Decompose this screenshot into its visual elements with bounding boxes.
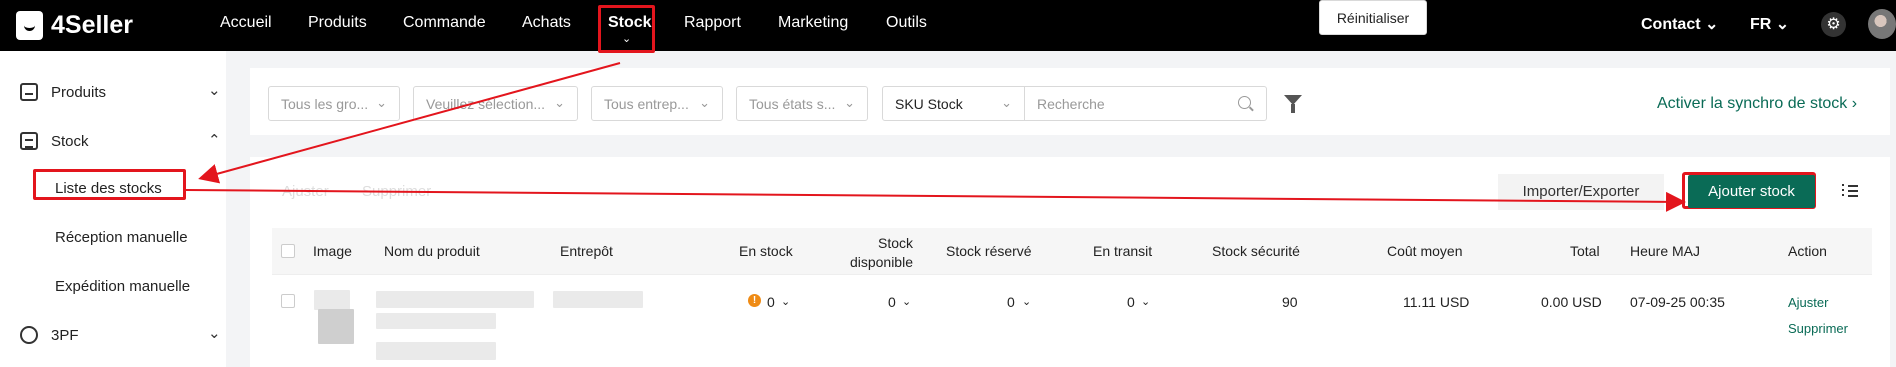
gear-icon[interactable]: ⚙ <box>1821 12 1846 37</box>
nav-outils[interactable]: Outils <box>886 14 927 32</box>
stock-icon <box>20 132 38 150</box>
sidebar-group-label: Produits <box>51 83 107 101</box>
column-reserved-stock: Stock réservé <box>946 243 1032 259</box>
left-sidebar: Produits ⌄ Stock ⌃ Liste des stocks Réce… <box>0 51 226 367</box>
column-product-name: Nom du produit <box>384 243 480 259</box>
add-stock-button[interactable]: Ajouter stock <box>1688 175 1815 208</box>
chevron-down-icon[interactable]: ⌄ <box>1141 295 1150 308</box>
nav-rapport[interactable]: Rapport <box>684 14 741 32</box>
sidebar-group-3pf[interactable]: 3PF <box>20 326 79 344</box>
language-label: FR <box>1750 16 1772 33</box>
nav-commande[interactable]: Commande <box>403 14 486 32</box>
column-image: Image <box>313 243 352 259</box>
chevron-down-icon: ⌄ <box>1001 95 1012 110</box>
contact-label: Contact <box>1641 16 1701 33</box>
groups-filter-placeholder: Tous les gro... <box>281 96 369 112</box>
blurred-product-name <box>376 313 496 329</box>
reserved-stock-value: 0 <box>1007 294 1015 310</box>
sync-stock-link[interactable]: Activer la synchro de stock › <box>1657 95 1857 113</box>
blurred-product-name <box>376 291 534 308</box>
column-total: Total <box>1570 243 1600 259</box>
chevron-down-icon[interactable]: ⌄ <box>1022 295 1031 308</box>
column-updated-time: Heure MAJ <box>1630 243 1701 259</box>
total-value: 0.00 USD <box>1541 294 1602 310</box>
chevron-down-icon[interactable]: ⌄ <box>208 324 221 342</box>
filter-funnel-icon[interactable] <box>1284 95 1302 113</box>
updated-time-value: 07-09-25 00:35 <box>1630 294 1725 310</box>
top-navigation-bar: 4Seller Accueil Produits Commande Achats… <box>0 0 1896 53</box>
product-box-icon <box>20 83 38 101</box>
in-stock-value: 0 <box>767 294 775 310</box>
column-in-transit: En transit <box>1093 243 1153 259</box>
delete-row-action[interactable]: Supprimer <box>1788 321 1848 336</box>
chevron-down-icon[interactable]: ⌄ <box>902 295 911 308</box>
nav-achats[interactable]: Achats <box>522 14 571 32</box>
chevron-down-icon: ⌄ <box>1705 16 1719 33</box>
sidebar-group-label: Stock <box>51 132 89 150</box>
brand-logo[interactable]: 4Seller <box>16 9 133 41</box>
chevron-down-icon: ⌄ <box>844 95 855 110</box>
chevron-down-icon: ⌄ <box>554 95 565 110</box>
column-settings-icon[interactable] <box>1842 184 1858 198</box>
column-warehouse: Entrepôt <box>560 243 613 259</box>
status-filter[interactable]: Tous états s... ⌄ <box>736 86 868 121</box>
row-checkbox[interactable] <box>281 294 295 308</box>
column-in-stock: En stock <box>739 243 793 259</box>
nav-accueil[interactable]: Accueil <box>220 14 272 32</box>
reset-button[interactable]: Réinitialiser <box>1319 0 1427 35</box>
product-image-placeholder <box>318 309 354 344</box>
stock-highlight-outline <box>598 5 655 53</box>
shopping-bag-icon <box>16 10 43 40</box>
sidebar-group-produits[interactable]: Produits <box>20 83 106 101</box>
chevron-down-icon: ⌄ <box>622 33 632 45</box>
nav-produits[interactable]: Produits <box>308 14 367 32</box>
chevron-down-icon: ⌄ <box>699 95 710 110</box>
adjust-bulk-action[interactable]: Ajuster <box>282 183 329 200</box>
sidebar-item-manual-shipment[interactable]: Expédition manuelle <box>55 278 190 295</box>
selection-filter[interactable]: Veuillez sélection... ⌄ <box>413 86 578 121</box>
language-menu[interactable]: FR ⌄ <box>1750 14 1789 34</box>
column-action: Action <box>1788 243 1827 259</box>
chevron-up-icon[interactable]: ⌃ <box>208 131 221 149</box>
sidebar-item-manual-receipt[interactable]: Réception manuelle <box>55 229 188 246</box>
chevron-down-icon: ⌄ <box>1775 16 1790 33</box>
avatar[interactable] <box>1868 9 1896 39</box>
available-stock-value: 0 <box>888 294 896 310</box>
search-type-value: SKU Stock <box>895 96 963 112</box>
column-average-cost: Coût moyen <box>1387 243 1463 259</box>
column-available-stock: Stock disponible <box>849 235 913 270</box>
search-icon[interactable] <box>1238 96 1251 109</box>
average-cost-value: 11.11 USD <box>1403 294 1470 310</box>
delete-bulk-action[interactable]: Supprimer <box>362 183 431 200</box>
selection-filter-placeholder: Veuillez sélection... <box>426 96 546 112</box>
chevron-down-icon: ⌄ <box>376 95 387 110</box>
sidebar-group-stock[interactable]: Stock <box>20 132 89 150</box>
search-type-select[interactable]: SKU Stock ⌄ <box>882 86 1025 121</box>
groups-filter[interactable]: Tous les gro... ⌄ <box>268 86 400 121</box>
import-export-button[interactable]: Importer/Exporter <box>1498 174 1664 210</box>
blurred-warehouse <box>553 291 643 308</box>
sidebar-group-label: 3PF <box>51 326 79 344</box>
globe-icon <box>20 326 38 344</box>
adjust-row-action[interactable]: Ajuster <box>1788 295 1828 310</box>
status-filter-placeholder: Tous états s... <box>749 96 836 112</box>
stock-search-input[interactable]: Recherche <box>1025 86 1267 121</box>
contact-menu[interactable]: Contact ⌄ <box>1641 14 1718 34</box>
in-transit-value: 0 <box>1127 294 1135 310</box>
stock-list-highlight-outline <box>33 169 186 200</box>
safety-stock-value: 90 <box>1282 294 1298 310</box>
warehouse-filter-placeholder: Tous entrep... <box>604 96 689 112</box>
select-all-checkbox[interactable] <box>281 244 295 258</box>
column-safety-stock: Stock sécurité <box>1212 243 1300 259</box>
blurred-product-name <box>376 342 496 360</box>
brand-name: 4Seller <box>51 10 134 39</box>
product-image-placeholder <box>314 290 350 310</box>
warehouse-filter[interactable]: Tous entrep... ⌄ <box>591 86 723 121</box>
chevron-down-icon[interactable]: ⌄ <box>208 81 221 99</box>
chevron-down-icon[interactable]: ⌄ <box>781 295 790 308</box>
search-placeholder: Recherche <box>1037 96 1105 112</box>
nav-marketing[interactable]: Marketing <box>778 14 848 32</box>
warning-icon: ! <box>748 294 761 307</box>
